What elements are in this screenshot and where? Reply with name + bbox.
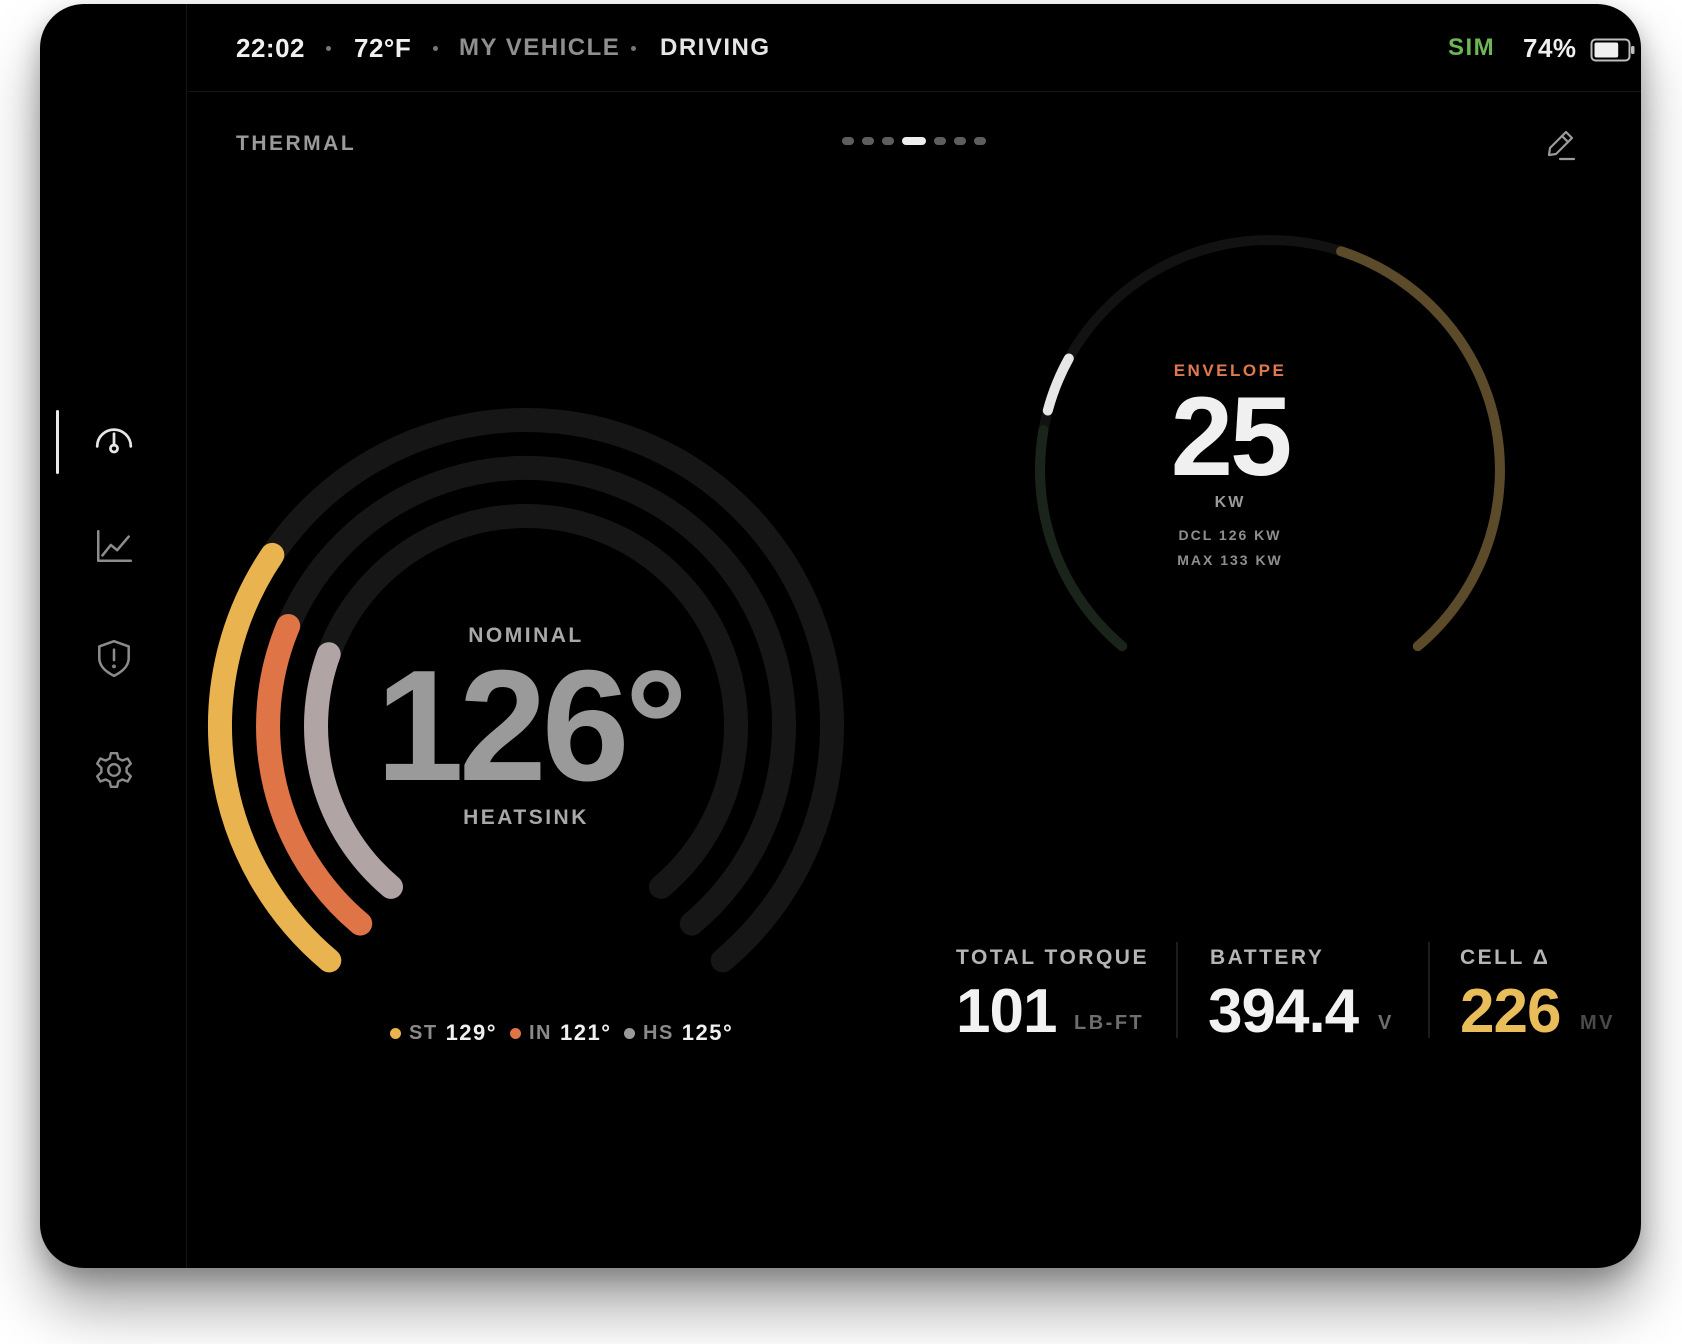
envelope-limit-band <box>1336 246 1505 652</box>
legend-item-hs: HS 125° <box>624 1020 733 1046</box>
legend-item-st: ST 129° <box>390 1020 497 1046</box>
metric-divider <box>1176 942 1178 1038</box>
legend-key: HS <box>643 1021 674 1044</box>
envelope-value: 25 <box>1170 374 1293 499</box>
legend-item-in: IN 121° <box>510 1020 612 1046</box>
metric-battery-label: BATTERY <box>1210 946 1325 969</box>
legend-value: 121° <box>560 1020 612 1045</box>
gauges-canvas <box>208 235 1505 973</box>
device-frame: 22:02 72°F MY VEHICLE DRIVING SIM 74% TH… <box>40 4 1641 1268</box>
legend-key: IN <box>529 1021 552 1044</box>
legend-dot <box>390 1027 401 1039</box>
metric-battery-unit: V <box>1378 1012 1394 1034</box>
envelope-unit: KW <box>1214 494 1246 511</box>
heatsink-temperature: 126° <box>376 638 688 814</box>
metric-torque-value: 101 <box>956 977 1057 1046</box>
envelope-needle <box>1042 353 1074 416</box>
metric-torque-unit: LB-FT <box>1074 1012 1145 1034</box>
metric-cell-delta-unit: MV <box>1580 1012 1615 1034</box>
metric-cell-delta-value: 226 <box>1460 977 1561 1046</box>
metric-divider <box>1428 942 1430 1038</box>
envelope-regen-band <box>1035 425 1128 652</box>
legend-value: 129° <box>445 1020 498 1045</box>
legend-value: 125° <box>681 1020 734 1045</box>
envelope-dcl: DCL 126 KW <box>1178 527 1282 543</box>
legend-dot <box>510 1027 521 1039</box>
metric-battery-value: 394.4 <box>1208 977 1359 1046</box>
legend-key: ST <box>409 1021 438 1044</box>
envelope-max: MAX 133 KW <box>1177 552 1283 568</box>
thermal-gauge-label: HEATSINK <box>463 806 589 829</box>
metric-torque-label: TOTAL TORQUE <box>956 946 1149 969</box>
metric-cell-delta-label: CELL Δ <box>1460 946 1551 969</box>
legend-dot <box>624 1027 635 1039</box>
